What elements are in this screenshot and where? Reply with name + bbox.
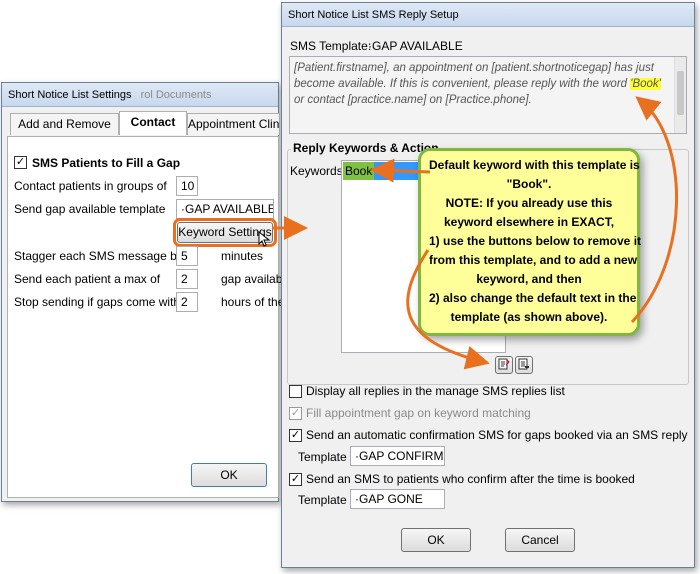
tab-strip: Add and Remove Contact Appointment Clini… xyxy=(10,111,280,137)
contact-tab-panel: ✓ SMS Patients to Fill a Gap Contact pat… xyxy=(7,136,285,498)
after-time-checkbox[interactable]: ✓ xyxy=(289,473,302,486)
stagger-input[interactable]: 5 xyxy=(176,246,198,266)
tab-add-and-remove[interactable]: Add and Remove xyxy=(10,113,119,135)
message-text-start: [Patient.firstname], an appointment on [… xyxy=(294,62,654,90)
cancel-button[interactable]: Cancel xyxy=(505,528,575,552)
template-input[interactable]: ·GAP AVAILABLE xyxy=(176,199,274,219)
right-ok-label: OK xyxy=(427,533,445,547)
callout-line-6: from this template, and to add a new xyxy=(429,253,638,267)
callout-line-7: keyword, and then xyxy=(476,272,582,286)
short-notice-list-settings-window: Short Notice List Settings rol Documents… xyxy=(1,82,285,502)
left-ok-label: OK xyxy=(220,468,238,482)
add-keyword-button[interactable] xyxy=(495,356,513,374)
tab-contact[interactable]: Contact xyxy=(119,111,187,135)
keyword-item-text: Book xyxy=(343,162,375,180)
stop-label: Stop sending if gaps come within xyxy=(14,295,190,309)
left-window-titlebar: Short Notice List Settings rol Documents xyxy=(2,83,278,107)
reply-keywords-heading: Reply Keywords & Action xyxy=(291,141,441,155)
callout-line-1: Default keyword with this template is xyxy=(429,158,640,172)
auto-confirm-label: Send an automatic confirmation SMS for g… xyxy=(306,428,688,442)
sms-message-box[interactable]: [Patient.firstname], an appointment on [… xyxy=(289,56,687,134)
template-label: Send gap available template xyxy=(14,202,166,216)
cancel-label: Cancel xyxy=(521,533,559,547)
message-scrollbar[interactable] xyxy=(674,57,686,133)
after-time-label: Send an SMS to patients who confirm afte… xyxy=(306,472,635,486)
add-keyword-icon xyxy=(498,358,510,370)
remove-keyword-icon xyxy=(518,358,529,370)
display-all-label: Display all replies in the manage SMS re… xyxy=(306,384,565,398)
keywords-label: Keywords xyxy=(290,164,343,178)
message-keyword-highlight: 'Book' xyxy=(630,78,661,90)
left-window-title: Short Notice List Settings xyxy=(8,89,132,101)
remove-keyword-button[interactable] xyxy=(515,356,533,374)
stagger-label: Stagger each SMS message by xyxy=(14,249,183,263)
stop-input[interactable]: 2 xyxy=(176,292,198,312)
left-window-title-ghost: rol Documents xyxy=(140,89,212,101)
callout-line-9: template (as shown above). xyxy=(450,310,608,324)
sms-patients-label: SMS Patients to Fill a Gap xyxy=(32,156,181,170)
callout-line-4: keyword elsewhere in EXACT, xyxy=(443,215,615,229)
right-window-title: Short Notice List SMS Reply Setup xyxy=(288,9,459,21)
right-ok-button[interactable]: OK xyxy=(401,528,471,552)
groups-label: Contact patients in groups of xyxy=(14,179,167,193)
display-all-checkbox[interactable] xyxy=(289,385,302,398)
fill-gap-label: Fill appointment gap on keyword matching xyxy=(306,406,531,420)
gone-template-label: Template xyxy=(298,493,347,507)
sms-template-value: ·GAP AVAILABLE xyxy=(368,39,463,53)
max-unit: gap availabl xyxy=(221,272,286,286)
keyword-note-callout: Default keyword with this template is "B… xyxy=(418,148,642,336)
max-label: Send each patient a max of xyxy=(14,272,161,286)
scrollbar-thumb[interactable] xyxy=(677,71,684,115)
right-window-titlebar: Short Notice List SMS Reply Setup xyxy=(282,3,694,27)
max-input[interactable]: 2 xyxy=(176,269,198,289)
message-text-end: or contact [practice.name] on [Practice.… xyxy=(294,94,532,106)
left-ok-button[interactable]: OK xyxy=(191,463,267,487)
auto-confirm-checkbox[interactable]: ✓ xyxy=(289,429,302,442)
callout-line-2: "Book". xyxy=(506,177,552,191)
callout-line-5: 1) use the buttons below to remove it xyxy=(429,234,642,248)
stagger-unit: minutes xyxy=(221,249,264,263)
confirm-template-input[interactable]: ·GAP CONFIRMED xyxy=(350,446,445,466)
callout-line-3: NOTE: If you already use this xyxy=(445,196,613,210)
groups-input[interactable]: 10 xyxy=(176,176,198,196)
gone-template-input[interactable]: ·GAP GONE xyxy=(350,489,445,509)
mouse-cursor-icon xyxy=(258,230,272,247)
stop-unit: hours of the xyxy=(221,295,285,309)
sms-patients-checkbox[interactable]: ✓ xyxy=(14,156,27,169)
fill-gap-checkbox[interactable]: ✓ xyxy=(289,407,302,420)
sms-template-label: SMS Template: xyxy=(290,39,372,53)
confirm-template-label: Template xyxy=(298,450,347,464)
tab-appointment-clinic[interactable]: Appointment Clinic xyxy=(187,113,280,135)
callout-line-8: 2) also change the default text in the xyxy=(429,291,637,305)
